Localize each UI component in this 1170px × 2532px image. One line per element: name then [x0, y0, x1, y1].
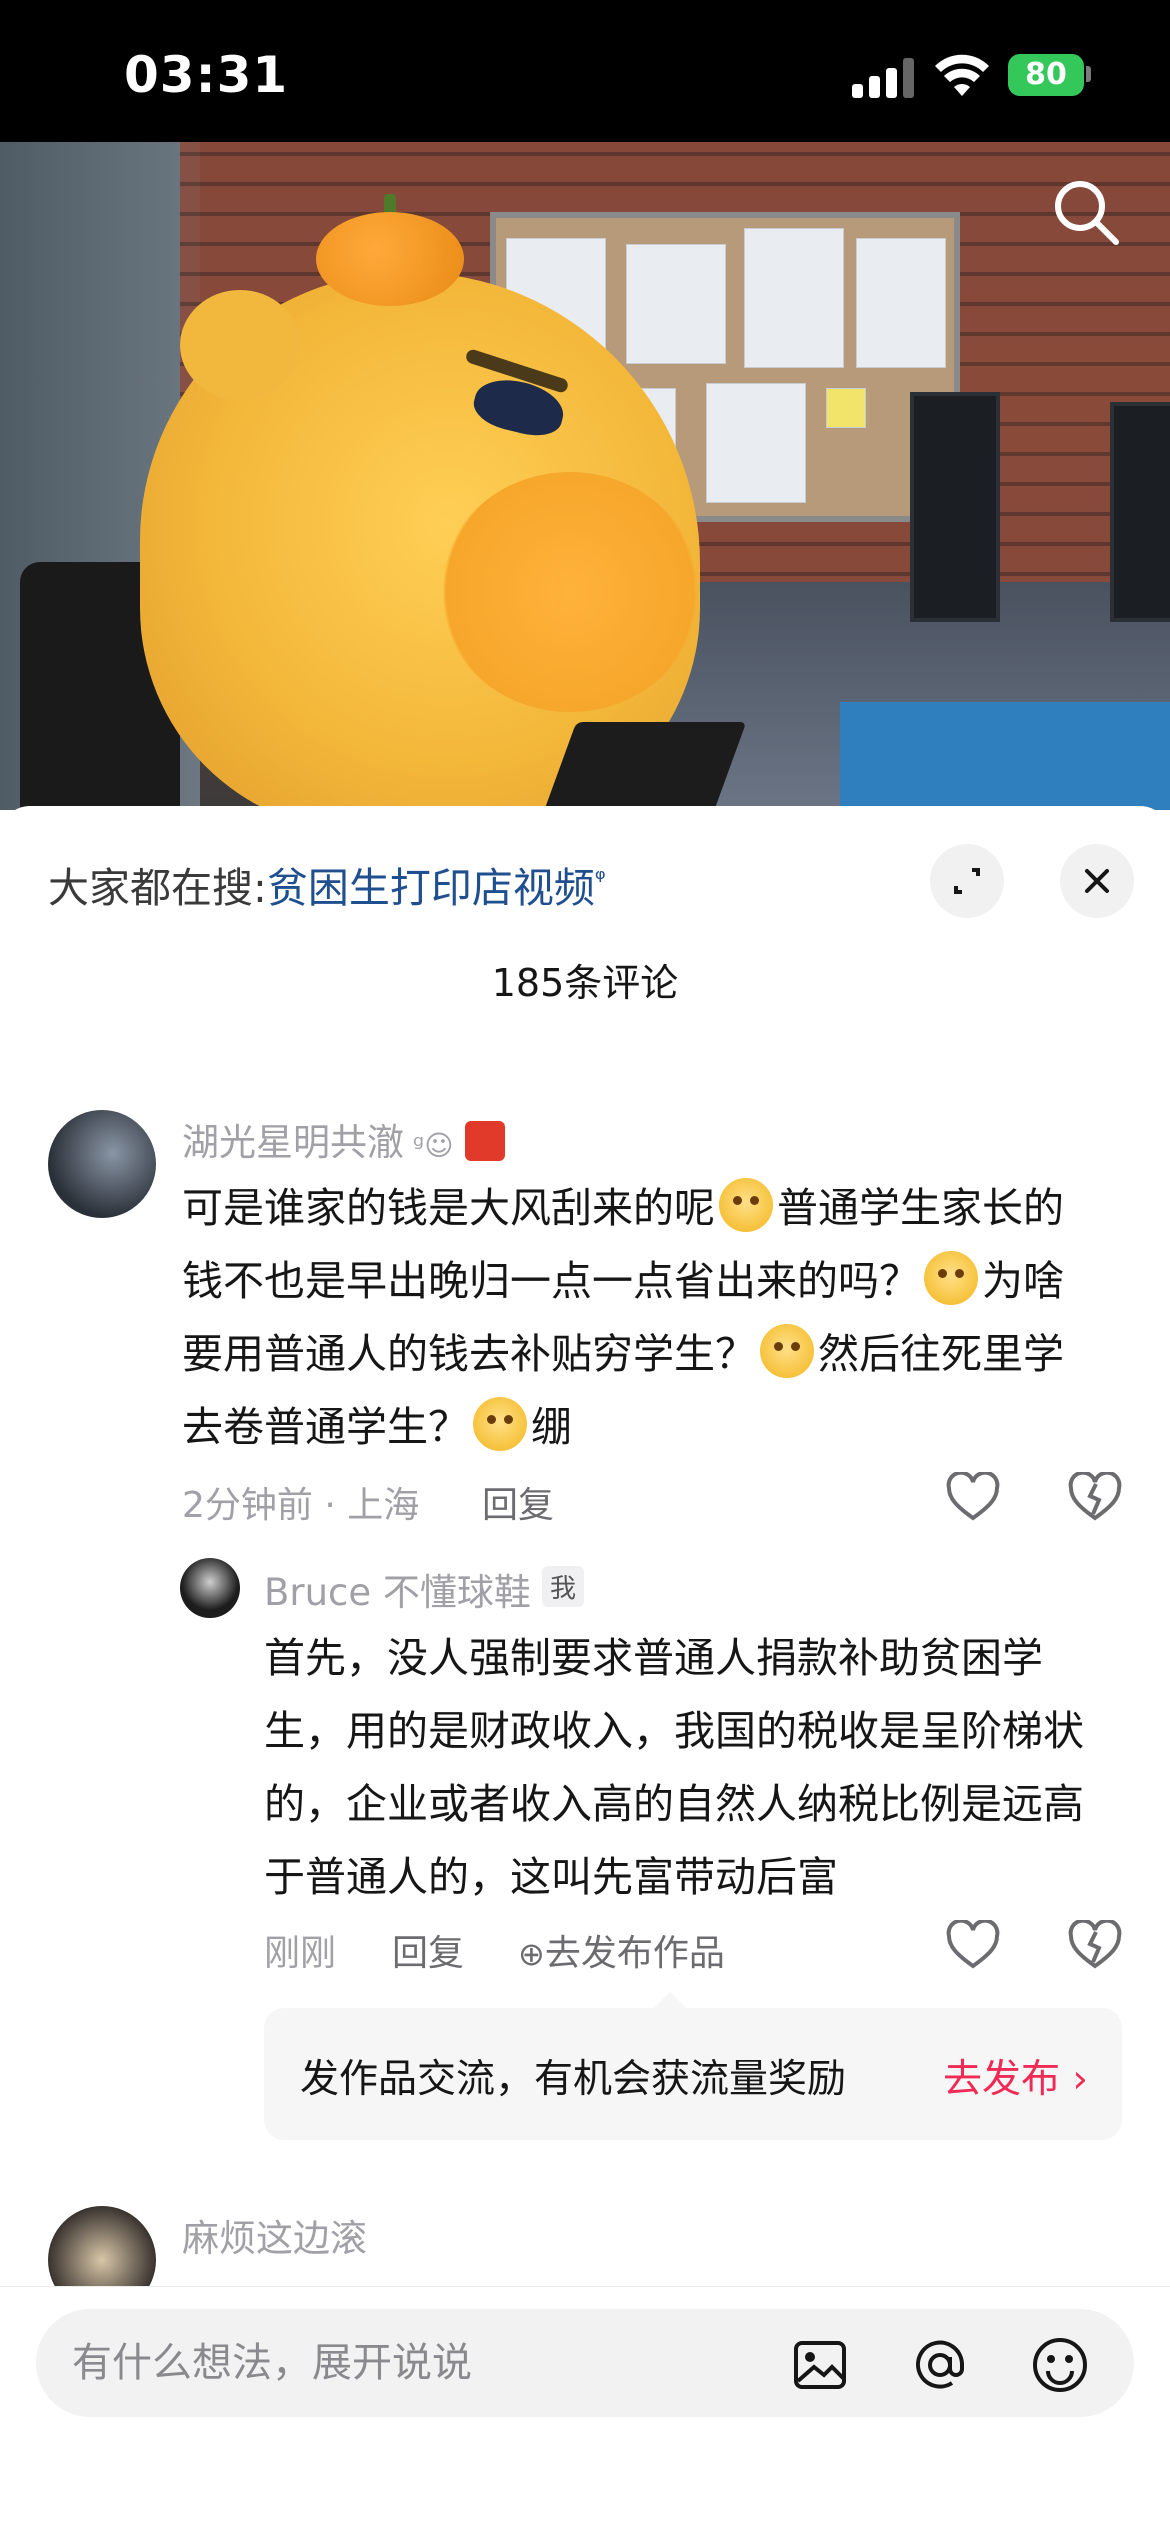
pleading-emoji-icon: [719, 1178, 773, 1232]
cellular-signal-icon: [852, 58, 916, 98]
dislike-icon[interactable]: [1068, 1472, 1122, 1522]
video-scene-monitor: [1110, 402, 1170, 622]
video-scene-box: [840, 702, 1170, 810]
dislike-icon[interactable]: [1068, 1920, 1122, 1970]
comment-input[interactable]: [72, 2329, 772, 2397]
reply-time: 刚刚: [264, 1933, 337, 1974]
video-player[interactable]: [0, 142, 1170, 810]
upload-icon: ⊕: [518, 1935, 545, 1973]
orange-on-head: [316, 212, 464, 306]
promo-arrow: [654, 1992, 686, 2008]
comment-count: 185条评论: [491, 961, 679, 1005]
me-tag: 我: [542, 1566, 585, 1607]
small-search-icon: ᵠ: [594, 864, 606, 895]
promo-publish-link[interactable]: 去发布 ›: [943, 2048, 1088, 2104]
video-scene-keyboard: [543, 722, 747, 810]
close-button[interactable]: [1060, 844, 1134, 918]
mention-icon[interactable]: [910, 2335, 970, 2395]
comment-input-box[interactable]: [36, 2309, 1134, 2417]
status-time: 03:31: [124, 46, 289, 104]
publish-promo-banner[interactable]: 发作品交流，有机会获流量奖励 去发布 ›: [264, 1992, 1122, 2140]
comment-sheet: 大家都在搜:贫困生打印店视频ᵠ 185条评论 湖光星明共澈 ᵍ☺︎ 可是谁家的钱…: [0, 806, 1170, 2532]
comment-username[interactable]: 湖光星明共澈 ᵍ☺︎: [182, 1112, 506, 1166]
battery-icon: 80: [1008, 54, 1084, 96]
reply-text: 首先，没人强制要求普通人捐款补助贫困学生，用的是财政收入，我国的税收是呈阶梯状的…: [264, 1634, 1084, 1901]
hot-search-bar[interactable]: 大家都在搜:贫困生打印店视频ᵠ: [48, 854, 606, 914]
comment-input-bar: [0, 2286, 1170, 2532]
video-scene-monitor: [910, 392, 1000, 622]
like-icon[interactable]: [946, 1472, 1000, 1522]
pleading-emoji-icon: [473, 1397, 527, 1451]
comment-time-location: 2分钟前 · 上海: [182, 1485, 420, 1526]
fries-badge-icon: [465, 1121, 506, 1161]
pleading-emoji-icon: [760, 1324, 814, 1378]
promo-text: 发作品交流，有机会获流量奖励: [300, 2057, 847, 2102]
expand-button[interactable]: [930, 844, 1004, 918]
hot-search-link[interactable]: 贫困生打印店视频: [267, 864, 595, 912]
publish-work-button[interactable]: ⊕去发布作品: [518, 1924, 725, 1976]
mascot-ear: [180, 290, 300, 400]
close-icon: [1085, 869, 1109, 893]
avatar[interactable]: [180, 1558, 240, 1618]
reply-username[interactable]: Bruce 不懂球鞋: [264, 1562, 531, 1616]
avatar[interactable]: [48, 1110, 156, 1218]
reply-button[interactable]: 回复: [482, 1476, 554, 1528]
hot-search-prefix: 大家都在搜:: [48, 864, 267, 912]
status-bar: 03:31 80: [0, 0, 1170, 142]
mascot-cheek: [440, 472, 700, 712]
battery-level: 80: [1025, 57, 1067, 92]
emoji-icon[interactable]: [1030, 2335, 1090, 2395]
expand-icon: [954, 868, 980, 894]
reply-button[interactable]: 回复: [392, 1924, 464, 1976]
image-icon[interactable]: [792, 2337, 848, 2393]
comment-username[interactable]: 麻烦这边滚: [182, 2208, 367, 2262]
comment-text: 可是谁家的钱是大风刮来的呢 普通学生家长的钱不也是早出晚归一点一点省出来的吗？ 为啥…: [182, 1172, 1102, 1464]
pleading-emoji-icon: [924, 1251, 978, 1305]
like-icon[interactable]: [946, 1920, 1000, 1970]
battery-tip: [1086, 66, 1091, 82]
wifi-icon: [935, 54, 989, 96]
search-icon[interactable]: [1050, 176, 1122, 248]
